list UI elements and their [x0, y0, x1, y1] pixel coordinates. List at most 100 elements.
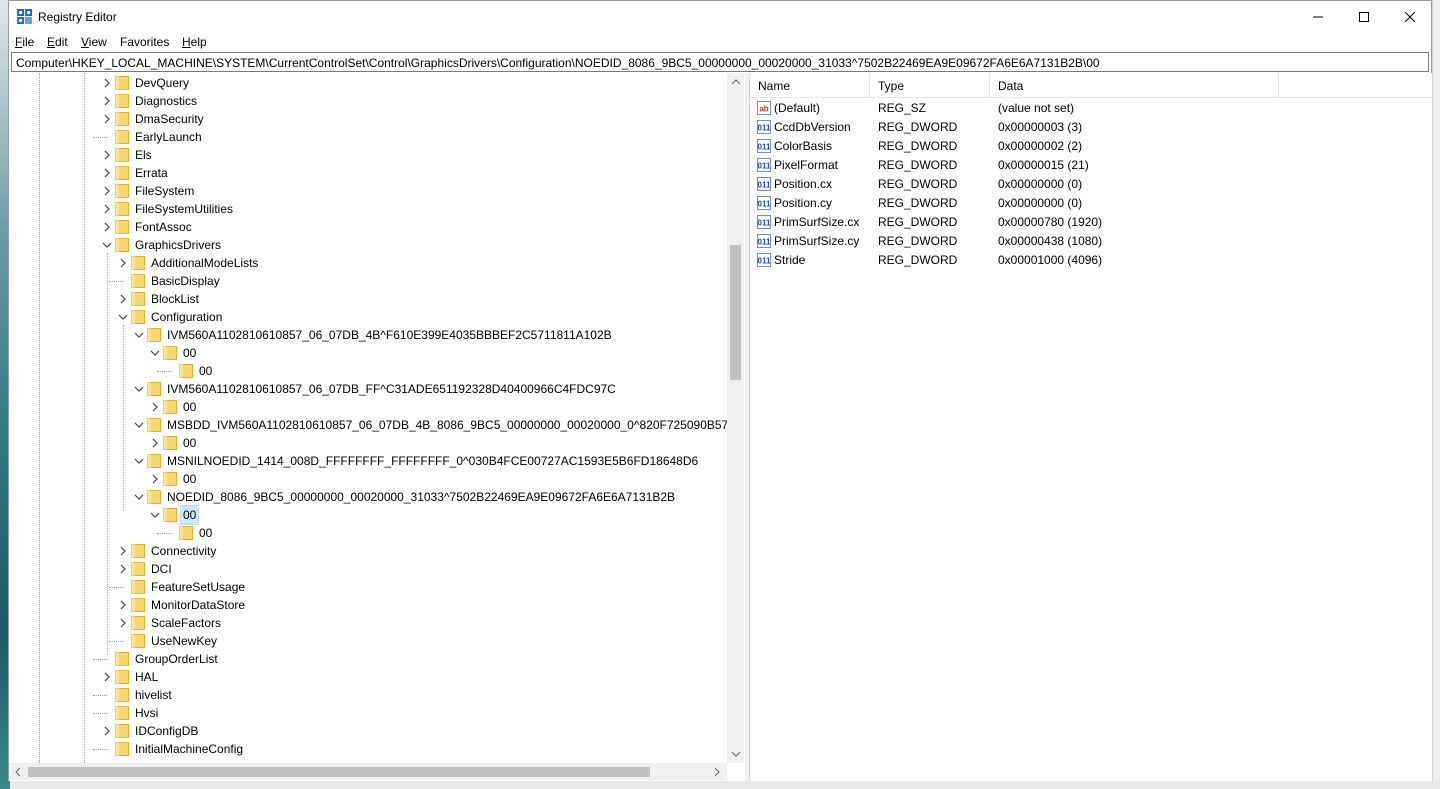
tree-item[interactable]: FileSystem [9, 182, 727, 200]
chevron-right-icon[interactable] [117, 290, 129, 308]
maximize-button[interactable] [1341, 1, 1387, 32]
address-bar[interactable]: Computer\HKEY_LOCAL_MACHINE\SYSTEM\Curre… [11, 52, 1429, 72]
folder-icon [163, 508, 178, 522]
tree-item[interactable]: Hvsi [9, 704, 727, 722]
tree-item[interactable]: FileSystemUtilities [9, 200, 727, 218]
menu-edit[interactable]: Edit [47, 35, 68, 49]
scroll-down-arrow[interactable] [727, 746, 744, 763]
address-path[interactable]: Computer\HKEY_LOCAL_MACHINE\SYSTEM\Curre… [16, 56, 1100, 70]
value-row[interactable]: 011 Position.cy REG_DWORD 0x00000000 (0) [750, 194, 1432, 213]
value-row[interactable]: 011 PrimSurfSize.cx REG_DWORD 0x00000780 (1… [750, 213, 1432, 232]
value-row[interactable]: 011 PixelFormat REG_DWORD 0x00000015 (21) [750, 156, 1432, 175]
tree-item[interactable]: hivelist [9, 686, 727, 704]
value-row[interactable]: 011 PrimSurfSize.cy REG_DWORD 0x00000438 (1… [750, 232, 1432, 251]
menu-favorites[interactable]: Favorites [120, 35, 169, 49]
menu-file[interactable]: File [15, 35, 34, 49]
chevron-down-icon[interactable] [117, 308, 129, 326]
tree-item[interactable]: NOEDID_8086_9BC5_00000000_00020000_31033… [9, 488, 727, 506]
column-header-name[interactable]: Name [750, 73, 870, 97]
chevron-down-icon[interactable] [133, 380, 145, 398]
close-button[interactable] [1387, 1, 1433, 32]
title-bar[interactable]: Registry Editor [9, 1, 1431, 32]
chevron-right-icon[interactable] [149, 398, 161, 416]
chevron-right-icon[interactable] [101, 722, 113, 740]
scroll-up-arrow[interactable] [727, 73, 744, 90]
tree-item[interactable]: DmaSecurity [9, 110, 727, 128]
tree-vertical-scroll-thumb[interactable] [730, 245, 741, 380]
value-row[interactable]: 011 ColorBasis REG_DWORD 0x00000002 (2) [750, 137, 1432, 156]
scroll-right-arrow[interactable] [709, 763, 726, 780]
tree-item[interactable]: Els [9, 146, 727, 164]
chevron-down-icon[interactable] [133, 488, 145, 506]
tree-item[interactable]: GroupOrderList [9, 650, 727, 668]
tree-item[interactable]: HAL [9, 668, 727, 686]
column-header-data[interactable]: Data [990, 73, 1279, 97]
tree-item[interactable]: BasicDisplay [9, 272, 727, 290]
chevron-right-icon[interactable] [117, 542, 129, 560]
chevron-right-icon[interactable] [101, 110, 113, 128]
tree-item[interactable]: BlockList [9, 290, 727, 308]
chevron-right-icon[interactable] [101, 146, 113, 164]
tree-item[interactable]: 00 [9, 344, 727, 362]
tree-item[interactable]: Connectivity [9, 542, 727, 560]
tree-item[interactable]: MSNILNOEDID_1414_008D_FFFFFFFF_FFFFFFFF_… [9, 452, 727, 470]
tree-item[interactable]: IVM560A1102810610857_06_07DB_4B^F610E399… [9, 326, 727, 344]
chevron-right-icon[interactable] [149, 434, 161, 452]
chevron-down-icon[interactable] [133, 416, 145, 434]
scroll-left-arrow[interactable] [9, 763, 26, 780]
tree-item[interactable]: 00 [9, 434, 727, 452]
chevron-right-icon[interactable] [117, 614, 129, 632]
chevron-down-icon[interactable] [133, 452, 145, 470]
tree-item[interactable]: 00 [9, 362, 727, 380]
value-row[interactable]: 011 Position.cx REG_DWORD 0x00000000 (0) [750, 175, 1432, 194]
tree-item[interactable]: InitialMachineConfig [9, 740, 727, 758]
tree-item[interactable]: DCI [9, 560, 727, 578]
tree-item[interactable]: Configuration [9, 308, 727, 326]
tree-item[interactable]: 00 [9, 398, 727, 416]
chevron-right-icon[interactable] [101, 164, 113, 182]
tree-item[interactable]: Errata [9, 164, 727, 182]
tree-item[interactable]: 00 [9, 470, 727, 488]
tree-item[interactable]: DevQuery [9, 74, 727, 92]
tree-item[interactable]: FontAssoc [9, 218, 727, 236]
column-header-type[interactable]: Type [870, 73, 990, 97]
value-row[interactable]: 011 CcdDbVersion REG_DWORD 0x00000003 (3) [750, 118, 1432, 137]
chevron-right-icon[interactable] [117, 254, 129, 272]
tree-horizontal-scroll-thumb[interactable] [28, 767, 650, 777]
menu-view[interactable]: View [81, 35, 107, 49]
folder-icon [115, 238, 130, 252]
chevron-right-icon[interactable] [117, 596, 129, 614]
tree-item[interactable]: MSBDD_IVM560A1102810610857_06_07DB_4B_80… [9, 416, 727, 434]
chevron-right-icon[interactable] [149, 470, 161, 488]
tree-item[interactable]: ScaleFactors [9, 614, 727, 632]
chevron-down-icon[interactable] [149, 506, 161, 524]
chevron-down-icon[interactable] [101, 236, 113, 254]
menu-help[interactable]: Help [182, 35, 207, 49]
tree-item[interactable]: UseNewKey [9, 632, 727, 650]
folder-icon [147, 490, 162, 504]
tree-item[interactable]: GraphicsDrivers [9, 236, 727, 254]
tree-item[interactable]: Diagnostics [9, 92, 727, 110]
minimize-button[interactable] [1295, 1, 1341, 32]
tree-item[interactable]: 00 [9, 505, 727, 525]
tree-item[interactable]: 00 [9, 524, 727, 542]
tree-item[interactable]: MonitorDataStore [9, 596, 727, 614]
chevron-right-icon[interactable] [101, 74, 113, 92]
chevron-down-icon[interactable] [133, 326, 145, 344]
chevron-right-icon[interactable] [101, 218, 113, 236]
chevron-right-icon[interactable] [101, 182, 113, 200]
tree-item[interactable]: IVM560A1102810610857_06_07DB_FF^C31ADE65… [9, 380, 727, 398]
tree-item[interactable]: FeatureSetUsage [9, 578, 727, 596]
chevron-right-icon[interactable] [101, 668, 113, 686]
tree-item[interactable]: EarlyLaunch [9, 128, 727, 146]
tree-horizontal-scrollbar[interactable] [9, 763, 727, 780]
tree-item[interactable]: AdditionalModeLists [9, 254, 727, 272]
value-row[interactable]: ab (Default) REG_SZ (value not set) [750, 99, 1432, 118]
chevron-right-icon[interactable] [117, 560, 129, 578]
value-row[interactable]: 011 Stride REG_DWORD 0x00001000 (4096) [750, 251, 1432, 270]
chevron-right-icon[interactable] [101, 200, 113, 218]
chevron-right-icon[interactable] [101, 92, 113, 110]
tree-item[interactable]: IDConfigDB [9, 722, 727, 740]
tree-vertical-scrollbar[interactable] [727, 73, 744, 763]
chevron-down-icon[interactable] [149, 344, 161, 362]
